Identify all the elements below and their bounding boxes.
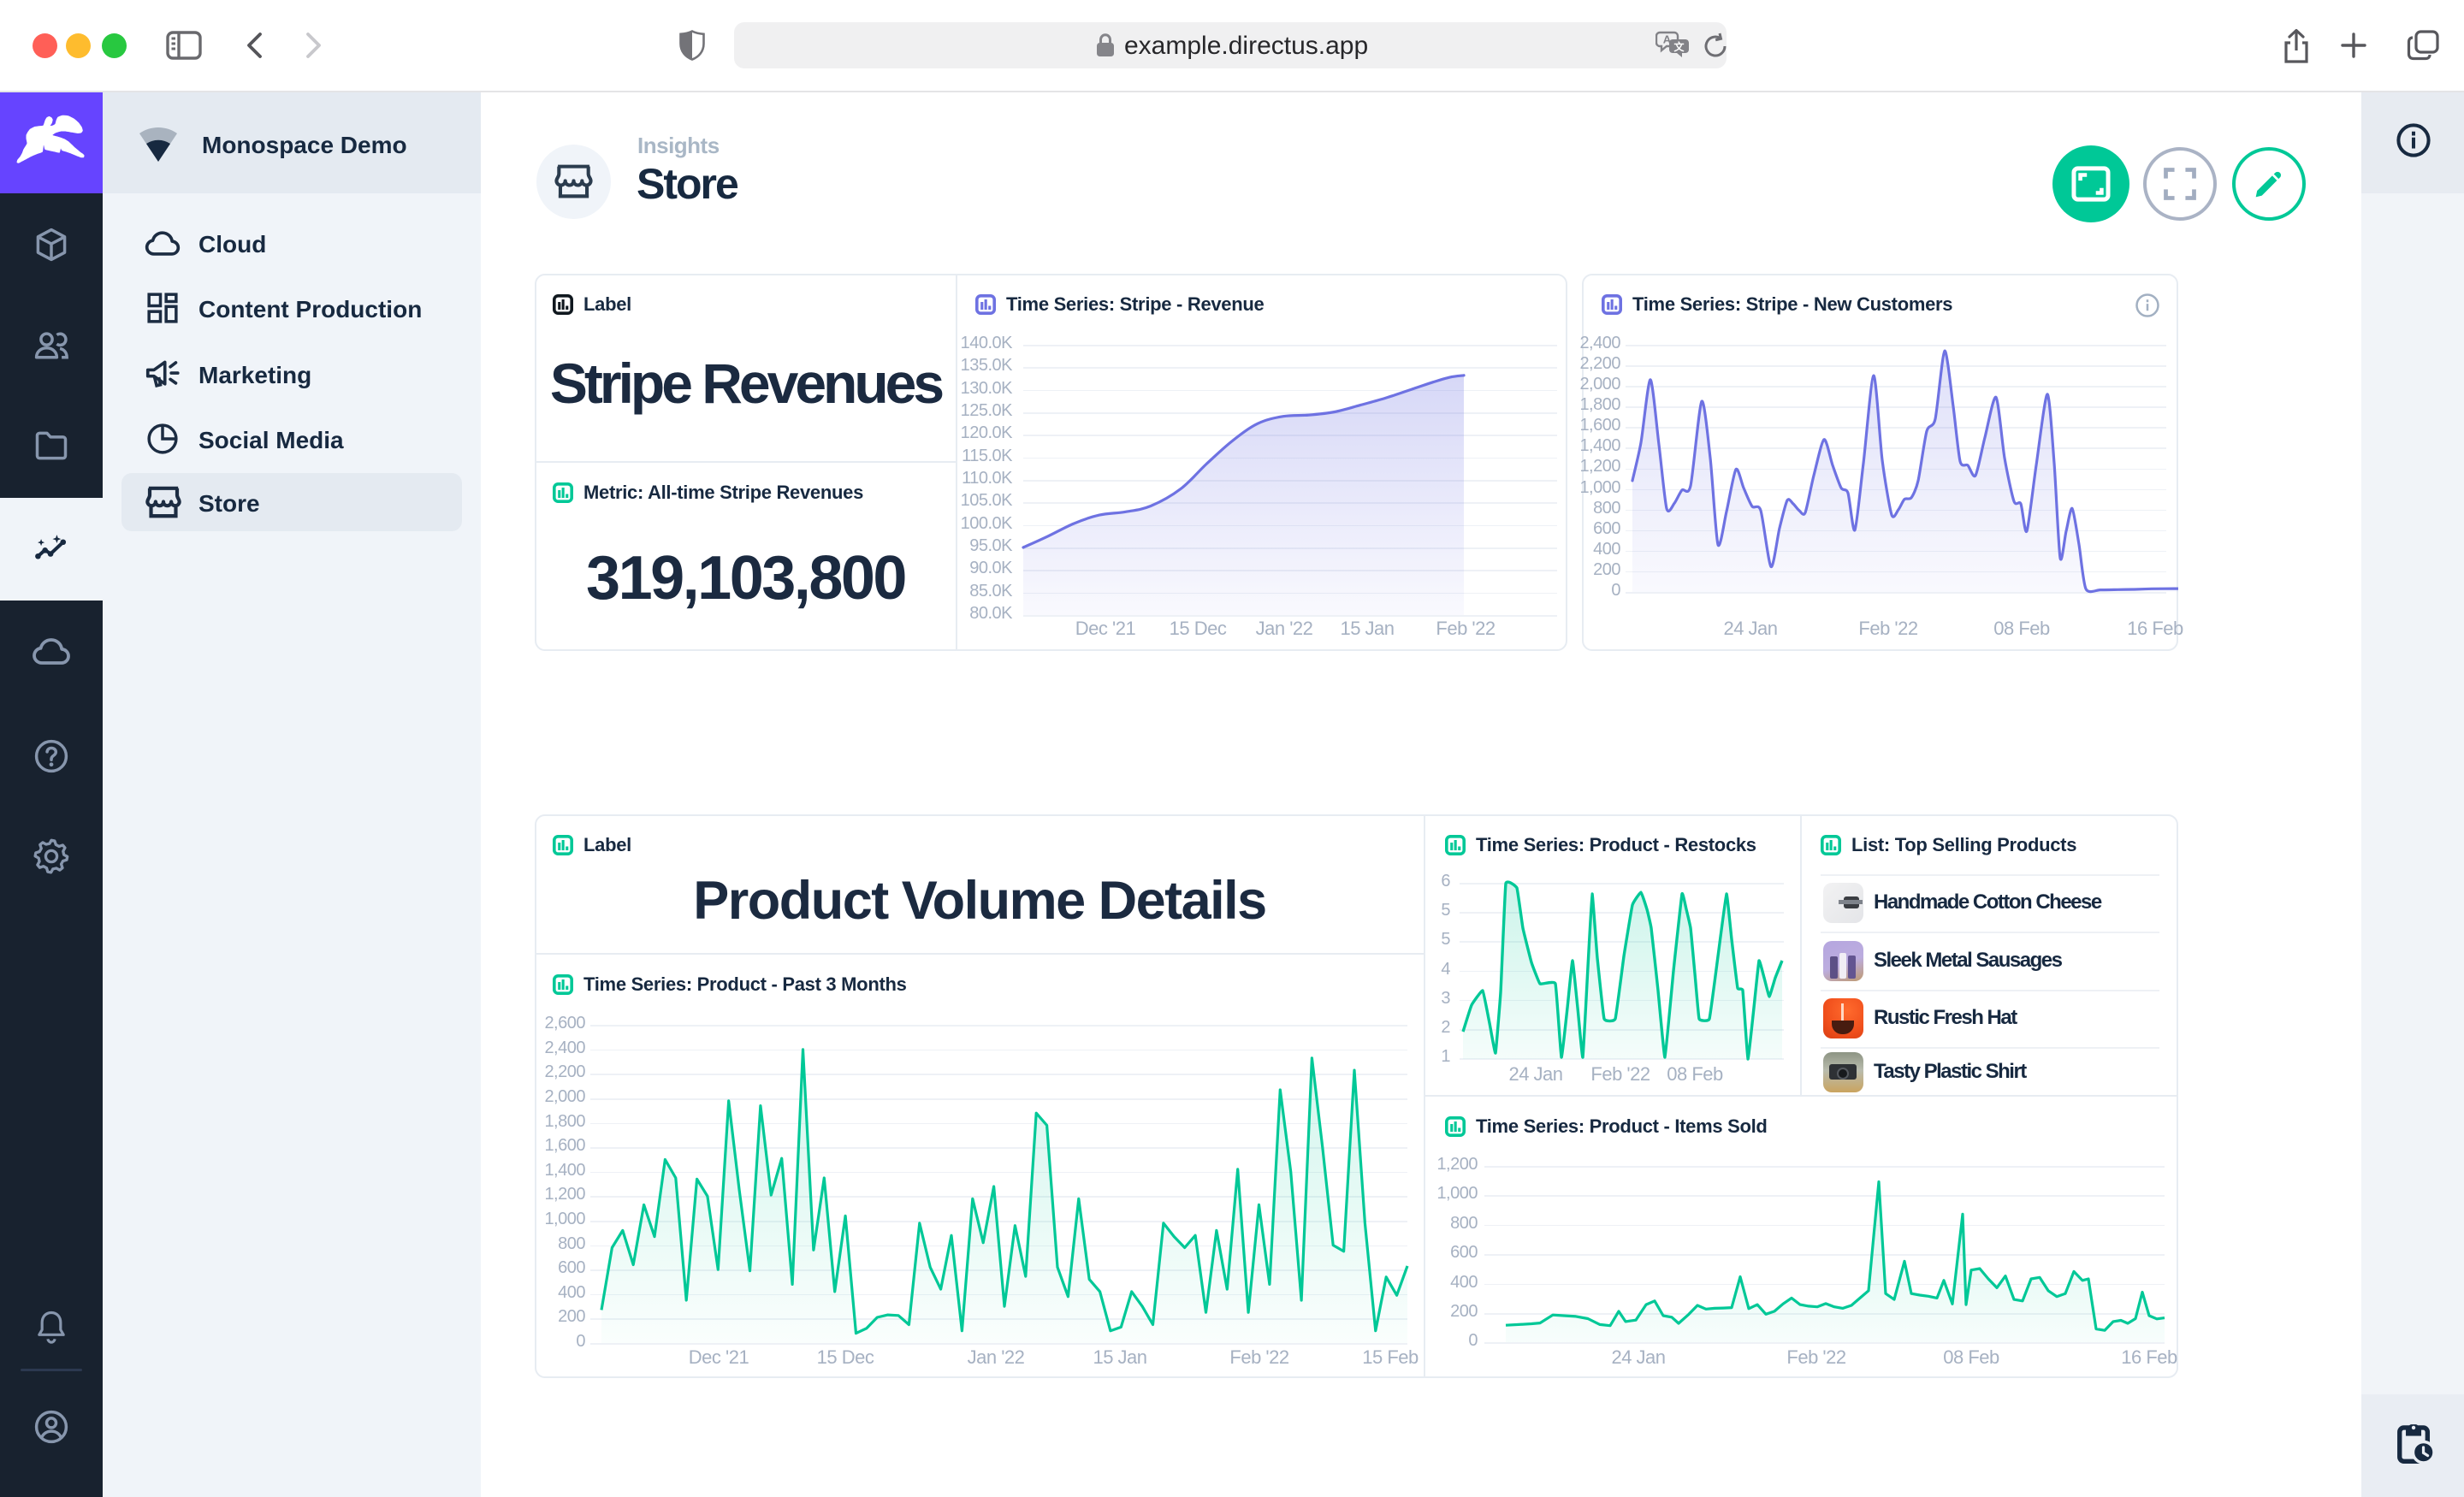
- svg-text:文: 文: [1673, 40, 1685, 53]
